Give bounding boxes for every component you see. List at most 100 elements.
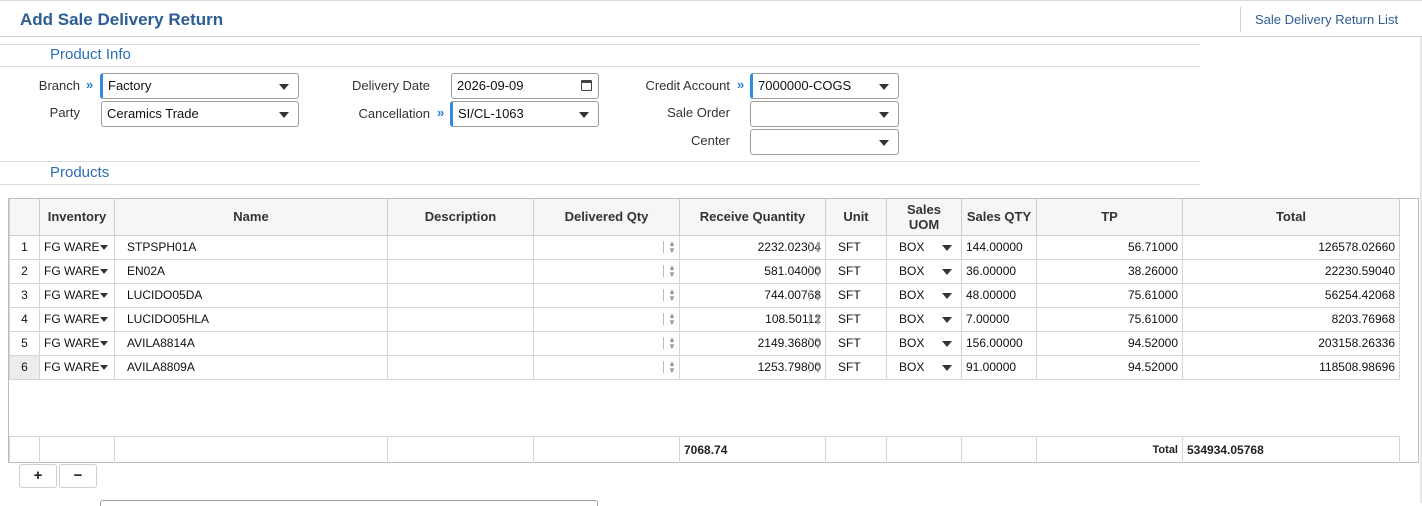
description-cell[interactable] xyxy=(387,354,534,380)
tp-cell[interactable]: 75.61000 xyxy=(1036,282,1183,308)
dropdown-arrow-icon[interactable] xyxy=(100,316,108,322)
delivered-qty-cell[interactable]: ▲ ▼ xyxy=(533,282,680,308)
col-header-inventory[interactable]: Inventory xyxy=(39,199,115,236)
description-cell[interactable] xyxy=(387,258,534,284)
name-cell[interactable]: EN02A xyxy=(114,258,388,284)
delivered-qty-cell[interactable]: ▲ ▼ xyxy=(533,234,680,260)
sales-uom-cell[interactable]: BOX xyxy=(886,330,962,356)
tp-cell[interactable]: 94.52000 xyxy=(1036,330,1183,356)
dropdown-arrow-icon[interactable] xyxy=(100,364,108,370)
sales-qty-cell[interactable]: 48.00000 xyxy=(961,282,1037,308)
description-cell[interactable] xyxy=(387,282,534,308)
receive-qty-cell[interactable]: 744.00768 ▲ ▼ xyxy=(679,282,826,308)
table-row[interactable]: 2 FG WARE EN02A ▲ ▼ 581.04000 ▲ ▼ SFT BOX 3… xyxy=(9,258,1400,284)
receive-qty-cell[interactable]: 2149.36800 ▲ ▼ xyxy=(679,330,826,356)
name-cell[interactable]: LUCIDO05DA xyxy=(114,282,388,308)
col-header-delivered-qty[interactable]: Delivered Qty xyxy=(533,199,680,236)
dropdown-arrow-icon[interactable] xyxy=(942,340,952,347)
tp-cell[interactable]: 56.71000 xyxy=(1036,234,1183,260)
receive-qty-cell[interactable]: 108.50112 ▲ ▼ xyxy=(679,306,826,332)
sales-uom-cell[interactable]: BOX xyxy=(886,282,962,308)
receive-qty-cell[interactable]: 581.04000 ▲ ▼ xyxy=(679,258,826,284)
sales-qty-cell[interactable]: 144.00000 xyxy=(961,234,1037,260)
dropdown-arrow-icon[interactable] xyxy=(100,268,108,274)
cancellation-select[interactable]: SI/CL-1063 xyxy=(450,101,599,127)
description-cell[interactable] xyxy=(387,330,534,356)
col-header-sales-uom[interactable]: Sales UOM xyxy=(886,199,962,236)
spinner-icon[interactable]: ▲ ▼ xyxy=(809,359,822,374)
delivered-qty-cell[interactable]: ▲ ▼ xyxy=(533,330,680,356)
party-select[interactable]: Ceramics Trade xyxy=(101,101,299,127)
spinner-icon[interactable]: ▲ ▼ xyxy=(809,263,822,278)
spinner-icon[interactable]: ▲ ▼ xyxy=(809,311,822,326)
sales-uom-cell[interactable]: BOX xyxy=(886,354,962,380)
receive-qty-cell[interactable]: 2232.02304 ▲ ▼ xyxy=(679,234,826,260)
dropdown-arrow-icon[interactable] xyxy=(942,292,952,299)
table-row[interactable]: 5 FG WARE AVILA8814A ▲ ▼ 2149.36800 ▲ ▼ SFT… xyxy=(9,330,1400,356)
sales-qty-cell[interactable]: 156.00000 xyxy=(961,330,1037,356)
spinner-icon[interactable]: ▲ ▼ xyxy=(663,359,676,374)
sale-order-select[interactable] xyxy=(750,101,899,127)
name-cell[interactable]: LUCIDO05HLA xyxy=(114,306,388,332)
table-row[interactable]: 3 FG WARE LUCIDO05DA ▲ ▼ 744.00768 ▲ ▼ SFT … xyxy=(9,282,1400,308)
table-row[interactable]: 4 FG WARE LUCIDO05HLA ▲ ▼ 108.50112 ▲ ▼ SFT… xyxy=(9,306,1400,332)
name-cell[interactable]: AVILA8814A xyxy=(114,330,388,356)
inventory-cell[interactable]: FG WARE xyxy=(39,234,115,260)
dropdown-arrow-icon[interactable] xyxy=(942,316,952,323)
table-row[interactable]: 1 FG WARE STPSPH01A ▲ ▼ 2232.02304 ▲ ▼ SFT … xyxy=(9,234,1400,260)
bottom-input-field[interactable] xyxy=(100,500,598,506)
dropdown-arrow-icon[interactable] xyxy=(100,340,108,346)
col-header-tp[interactable]: TP xyxy=(1036,199,1183,236)
add-row-button[interactable]: + xyxy=(19,464,57,488)
tp-cell[interactable]: 75.61000 xyxy=(1036,306,1183,332)
tp-cell[interactable]: 94.52000 xyxy=(1036,354,1183,380)
sales-uom-cell[interactable]: BOX xyxy=(886,306,962,332)
dropdown-arrow-icon[interactable] xyxy=(942,364,952,371)
dropdown-arrow-icon[interactable] xyxy=(100,292,108,298)
sale-delivery-return-list-link[interactable]: Sale Delivery Return List xyxy=(1240,7,1422,32)
sales-uom-cell[interactable]: BOX xyxy=(886,258,962,284)
receive-qty-cell[interactable]: 1253.79800 ▲ ▼ xyxy=(679,354,826,380)
spinner-icon[interactable]: ▲ ▼ xyxy=(663,335,676,350)
remove-row-button[interactable]: − xyxy=(59,464,97,488)
sales-uom-cell[interactable]: BOX xyxy=(886,234,962,260)
inventory-cell[interactable]: FG WARE xyxy=(39,282,115,308)
description-cell[interactable] xyxy=(387,234,534,260)
description-cell[interactable] xyxy=(387,306,534,332)
dropdown-arrow-icon[interactable] xyxy=(100,244,108,250)
col-header-description[interactable]: Description xyxy=(387,199,534,236)
spinner-icon[interactable]: ▲ ▼ xyxy=(809,335,822,350)
center-select[interactable] xyxy=(750,129,899,155)
dropdown-arrow-icon[interactable] xyxy=(942,268,952,275)
inventory-cell[interactable]: FG WARE xyxy=(39,354,115,380)
delivery-date-input[interactable]: 2026-09-09 xyxy=(451,73,599,99)
inventory-cell[interactable]: FG WARE xyxy=(39,330,115,356)
table-row[interactable]: 6 FG WARE AVILA8809A ▲ ▼ 1253.79800 ▲ ▼ SFT… xyxy=(9,354,1400,380)
col-header-receive-quantity[interactable]: Receive Quantity xyxy=(679,199,826,236)
delivered-qty-cell[interactable]: ▲ ▼ xyxy=(533,354,680,380)
credit-account-select[interactable]: 7000000-COGS xyxy=(750,73,899,99)
spinner-icon[interactable]: ▲ ▼ xyxy=(663,239,676,254)
name-cell[interactable]: AVILA8809A xyxy=(114,354,388,380)
inventory-cell[interactable]: FG WARE xyxy=(39,306,115,332)
spinner-icon[interactable]: ▲ ▼ xyxy=(809,239,822,254)
spinner-icon[interactable]: ▲ ▼ xyxy=(663,287,676,302)
spinner-icon[interactable]: ▲ ▼ xyxy=(663,263,676,278)
inventory-cell[interactable]: FG WARE xyxy=(39,258,115,284)
sales-qty-cell[interactable]: 36.00000 xyxy=(961,258,1037,284)
name-cell[interactable]: STPSPH01A xyxy=(114,234,388,260)
spinner-icon[interactable]: ▲ ▼ xyxy=(663,311,676,326)
tp-cell[interactable]: 38.26000 xyxy=(1036,258,1183,284)
sales-qty-cell[interactable]: 7.00000 xyxy=(961,306,1037,332)
dropdown-arrow-icon[interactable] xyxy=(942,244,952,251)
delivered-qty-cell[interactable]: ▲ ▼ xyxy=(533,258,680,284)
delivered-qty-cell[interactable]: ▲ ▼ xyxy=(533,306,680,332)
col-header-unit[interactable]: Unit xyxy=(825,199,887,236)
col-header-total[interactable]: Total xyxy=(1182,199,1400,236)
branch-select[interactable]: Factory xyxy=(100,73,299,99)
spinner-icon[interactable]: ▲ ▼ xyxy=(809,287,822,302)
calendar-icon[interactable] xyxy=(581,80,592,91)
sales-qty-cell[interactable]: 91.00000 xyxy=(961,354,1037,380)
col-header-sales-qty[interactable]: Sales QTY xyxy=(961,199,1037,236)
col-header-name[interactable]: Name xyxy=(114,199,388,236)
